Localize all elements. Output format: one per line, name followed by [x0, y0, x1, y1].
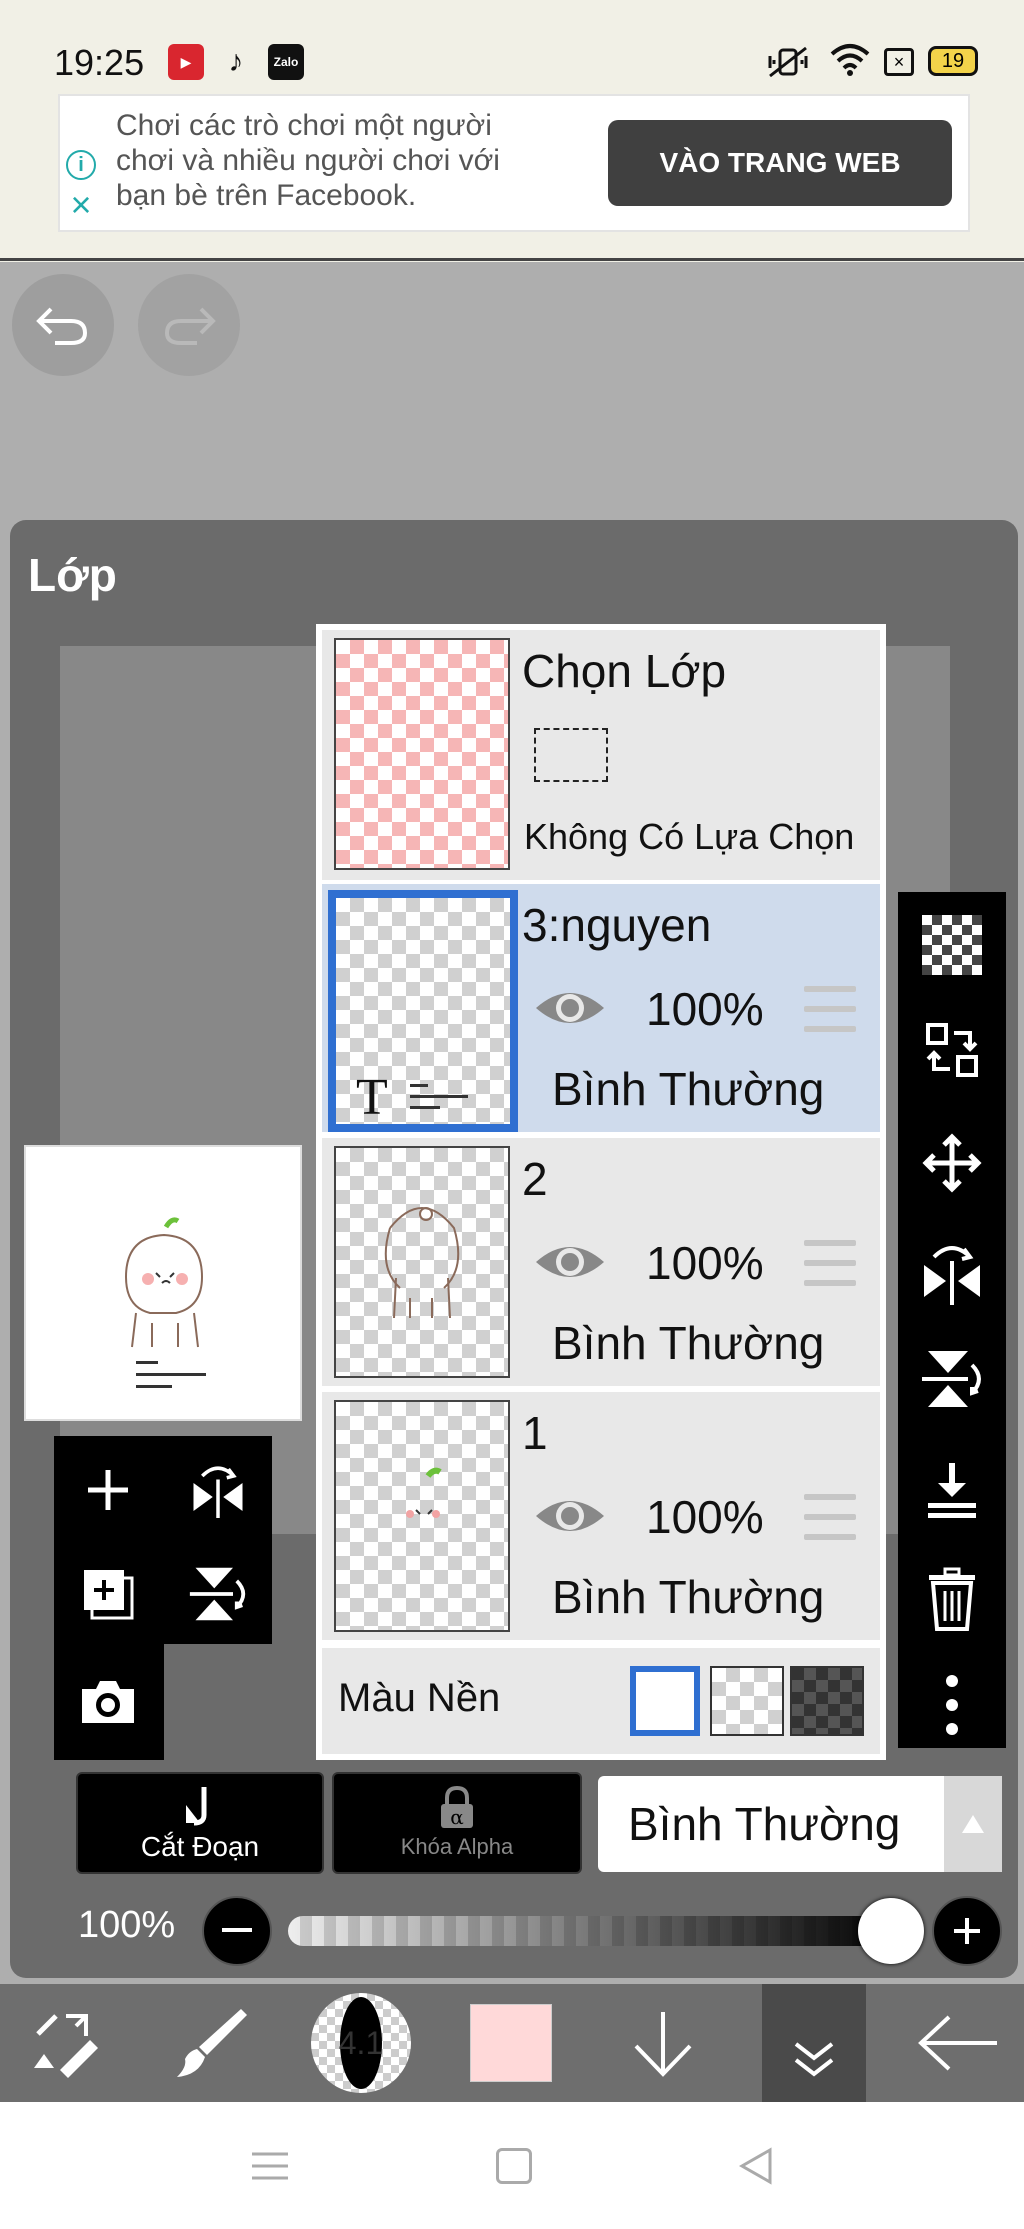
layer-2-thumbnail: [334, 1146, 510, 1378]
sim-icon: ×: [884, 48, 914, 76]
add-layer-icon[interactable]: [58, 1440, 158, 1540]
alpha-lock-button[interactable]: α Khóa Alpha: [332, 1772, 582, 1874]
background-label: Màu Nền: [338, 1676, 501, 1720]
battery-icon: 19: [928, 46, 978, 76]
plus-icon: [954, 1918, 980, 1944]
opacity-label: 100%: [78, 1904, 176, 1946]
text-preview: [410, 1084, 470, 1114]
flip-horizontal-icon[interactable]: [898, 1228, 1006, 1318]
bg-dark-swatch[interactable]: [790, 1666, 864, 1736]
trash-icon[interactable]: [898, 1554, 1006, 1644]
layer-1-name: 1: [522, 1407, 548, 1459]
close-ad-icon[interactable]: ×: [66, 187, 96, 223]
layer-2-opacity: 100%: [646, 1237, 764, 1289]
down-arrow-icon[interactable]: [608, 1984, 718, 2102]
move-icon[interactable]: [898, 1118, 1006, 1208]
status-time: 19:25: [54, 42, 145, 83]
layer-3-thumbnail: T: [328, 890, 518, 1132]
layer-2-mode: Bình Thường: [552, 1317, 825, 1369]
layer-3-mode: Bình Thường: [552, 1063, 825, 1115]
clipping-button[interactable]: Cắt Đoạn: [76, 1772, 324, 1874]
selection-rect-icon: [534, 728, 608, 782]
brush-size-indicator[interactable]: 4.1: [306, 1984, 416, 2102]
triangle-up-icon: [962, 1815, 984, 1833]
opacity-decrease-button[interactable]: [202, 1896, 272, 1966]
eye-icon[interactable]: [534, 986, 606, 1030]
brush-size-value: 4.1: [338, 2024, 384, 2061]
wifi-icon: [828, 42, 872, 78]
back-nav-icon[interactable]: [738, 2146, 774, 2186]
layer-3-opacity: 100%: [646, 983, 764, 1035]
zalo-icon: Zalo: [268, 44, 304, 80]
ad-visit-button[interactable]: VÀO TRANG WEB: [608, 120, 952, 206]
drag-handle-icon[interactable]: [804, 1240, 856, 1286]
back-arrow-icon[interactable]: [904, 1984, 1014, 2102]
duplicate-layer-icon[interactable]: [58, 1544, 158, 1644]
ad-text: Chơi các trò chơi một người chơi và nhiề…: [116, 109, 500, 212]
double-chevron-down-icon: [794, 2042, 834, 2077]
minus-icon: [222, 1928, 252, 1932]
undo-icon: [36, 307, 88, 345]
eye-icon[interactable]: [534, 1494, 606, 1538]
layer-transfer-icon[interactable]: [898, 1006, 1006, 1096]
brush-tool-icon[interactable]: [156, 1984, 266, 2102]
opacity-increase-button[interactable]: [932, 1896, 1002, 1966]
drag-handle-icon[interactable]: [804, 1494, 856, 1540]
tiktok-icon: ♪: [228, 45, 244, 78]
blend-mode-select[interactable]: Bình Thường: [598, 1776, 944, 1872]
mute-vibrate-icon: [766, 44, 810, 80]
clipping-icon: [186, 1787, 207, 1826]
flip-layer-vertical-icon[interactable]: [168, 1544, 268, 1644]
checkerboard-icon[interactable]: [898, 900, 1006, 990]
camera-icon[interactable]: [58, 1652, 158, 1752]
panel-title: Lớp: [28, 549, 117, 601]
merge-down-icon[interactable]: [898, 1444, 1006, 1534]
selection-title: Chọn Lớp: [522, 645, 727, 697]
clipping-label: Cắt Đoạn: [140, 1831, 260, 1862]
selection-thumbnail: [334, 638, 510, 870]
battery-level: 19: [941, 50, 965, 72]
home-icon[interactable]: [496, 2148, 532, 2184]
divider: [0, 258, 1024, 261]
info-icon[interactable]: i: [66, 150, 96, 180]
flip-vertical-icon[interactable]: [898, 1334, 1006, 1424]
layer-3-name: 3:nguyen: [522, 899, 712, 951]
color-swatch-button[interactable]: [456, 1984, 566, 2102]
redo-button[interactable]: [138, 274, 240, 376]
current-color: [470, 2004, 552, 2082]
layer-1-mode: Bình Thường: [552, 1571, 825, 1623]
text-layer-icon: T: [356, 1069, 388, 1126]
opacity-slider[interactable]: [288, 1916, 896, 1946]
redo-icon: [164, 307, 216, 345]
selection-subtitle: Không Có Lựa Chọn: [524, 816, 855, 857]
undo-button[interactable]: [12, 274, 114, 376]
canvas-preview: [24, 1145, 302, 1421]
flip-layer-horizontal-icon[interactable]: [168, 1440, 268, 1540]
layer-1-opacity: 100%: [646, 1491, 764, 1543]
eye-icon[interactable]: [534, 1240, 606, 1284]
more-options-icon[interactable]: [898, 1660, 1006, 1750]
bg-transparent-swatch[interactable]: [710, 1666, 784, 1736]
bg-white-swatch[interactable]: [630, 1666, 700, 1736]
alpha-lock-label: Khóa Alpha: [400, 1834, 514, 1859]
lock-icon: α: [441, 1786, 473, 1829]
blend-mode-dropdown-button[interactable]: [944, 1776, 1002, 1872]
layer-2-name: 2: [522, 1153, 548, 1205]
svg-text:α: α: [450, 1805, 464, 1829]
layer-1-thumbnail: [334, 1400, 510, 1632]
transform-tool-icon[interactable]: [10, 1984, 120, 2102]
app-icon-red: ▶: [168, 44, 204, 80]
recent-apps-icon[interactable]: [250, 2150, 290, 2182]
collapse-panel-button[interactable]: [762, 1984, 866, 2102]
drag-handle-icon[interactable]: [804, 986, 856, 1032]
opacity-slider-knob[interactable]: [858, 1898, 924, 1964]
